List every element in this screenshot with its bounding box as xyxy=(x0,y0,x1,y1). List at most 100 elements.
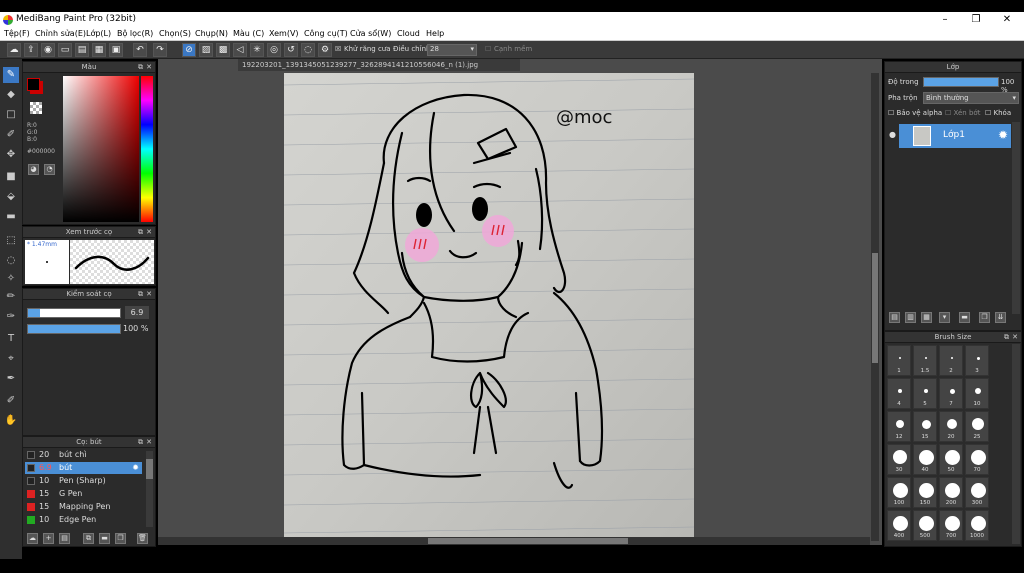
lock-checkbox[interactable]: ☐ Khóa xyxy=(985,109,1011,117)
snap-ellipse-icon[interactable]: ◌ xyxy=(301,43,315,57)
brush-size-cell[interactable]: 15 xyxy=(913,411,937,442)
snap-circle-icon[interactable]: ◎ xyxy=(267,43,281,57)
detach-icon[interactable]: ⧉ xyxy=(138,227,143,238)
undo-icon[interactable]: ↶ xyxy=(133,43,147,57)
layer-menu-icon[interactable]: ▾ xyxy=(939,312,950,323)
brush-size-cell[interactable]: 1 xyxy=(887,345,911,376)
scroll-thumb[interactable] xyxy=(428,538,628,544)
minimize-button[interactable]: – xyxy=(930,12,960,28)
foreground-color-swatch[interactable] xyxy=(27,78,40,91)
speech-bubble-icon[interactable]: ◉ xyxy=(41,43,55,57)
eye-icon[interactable]: ● xyxy=(889,130,896,139)
brush-size-cell[interactable]: 1.5 xyxy=(913,345,937,376)
brush-item[interactable]: 10 Edge Pen xyxy=(25,514,142,526)
canvas-area[interactable]: 192203201_1391345051239277_3262894141210… xyxy=(158,59,882,545)
comment-icon[interactable]: ▭ xyxy=(58,43,72,57)
close-icon[interactable]: ✕ xyxy=(146,62,152,73)
fill-rect-tool-icon[interactable]: ■ xyxy=(3,169,19,185)
folder-icon[interactable]: ▬ xyxy=(99,533,110,544)
brush-item[interactable]: 10 Pen (Sharp) xyxy=(25,475,142,487)
snap-off-icon[interactable]: ⊘ xyxy=(182,43,196,57)
menu-filter[interactable]: Bộ lọc(R) xyxy=(117,29,153,38)
layer-folder-icon[interactable]: ▬ xyxy=(959,312,970,323)
menu-edit[interactable]: Chỉnh sửa(E) xyxy=(35,29,86,38)
new-halftone-layer-icon[interactable]: ▥ xyxy=(905,312,916,323)
operation-tool-icon[interactable]: ⌖ xyxy=(3,351,19,367)
brush-size-cell[interactable]: 700 xyxy=(939,510,963,541)
snap-parallel-icon[interactable]: ▨ xyxy=(199,43,213,57)
brush-opacity-slider[interactable] xyxy=(27,324,121,334)
menu-layer[interactable]: Lớp(L) xyxy=(86,29,111,38)
brush-size-cell[interactable]: 40 xyxy=(913,444,937,475)
menu-file[interactable]: Tệp(F) xyxy=(4,29,30,38)
brush-size-cell[interactable]: 25 xyxy=(965,411,989,442)
gradient-tool-icon[interactable]: ▬ xyxy=(3,209,19,225)
brush-size-cell[interactable]: 400 xyxy=(887,510,911,541)
protect-alpha-checkbox[interactable]: ☐ Bảo vệ alpha xyxy=(888,109,942,117)
lasso-tool-icon[interactable]: ◌ xyxy=(3,253,19,269)
trash-icon[interactable]: 🗑 xyxy=(137,533,148,544)
snap-grid-icon[interactable]: ▩ xyxy=(216,43,230,57)
horizontal-scrollbar[interactable] xyxy=(158,537,870,545)
snap-radial-icon[interactable]: ✳ xyxy=(250,43,264,57)
canvas-page[interactable]: @moc xyxy=(283,73,695,537)
menu-view[interactable]: Xem(V) xyxy=(269,29,299,38)
transparent-color-swatch[interactable] xyxy=(30,102,42,114)
bucket-tool-icon[interactable]: ⬙ xyxy=(3,189,19,205)
brush-size-cell[interactable]: 50 xyxy=(939,444,963,475)
detach-icon[interactable]: ⧉ xyxy=(138,437,143,448)
brush-size-cell[interactable]: 10 xyxy=(965,378,989,409)
scroll-thumb[interactable] xyxy=(146,459,153,479)
brush-size-cell[interactable]: 12 xyxy=(887,411,911,442)
detach-icon[interactable]: ⧉ xyxy=(138,289,143,300)
close-icon[interactable]: ✕ xyxy=(146,289,152,300)
maximize-button[interactable]: ❐ xyxy=(961,12,991,28)
antialias-checkbox-icon[interactable]: ☒ xyxy=(335,45,341,53)
palette-icon[interactable]: ◕ xyxy=(28,164,39,175)
brush-size-cell[interactable]: 3 xyxy=(965,345,989,376)
eyedropper-tool-icon[interactable]: ✐ xyxy=(3,393,19,409)
menu-tools[interactable]: Công cụ(T) xyxy=(304,29,348,38)
select-pen-tool-icon[interactable]: ✏ xyxy=(3,289,19,305)
brush-size-cell[interactable]: 2 xyxy=(939,345,963,376)
add-brush-icon[interactable]: + xyxy=(43,533,54,544)
layer-scrollbar[interactable] xyxy=(1012,122,1020,314)
brush-item[interactable]: 15 G Pen xyxy=(25,488,142,500)
correction-select[interactable]: 28 ▾ xyxy=(427,44,477,56)
menu-cloud[interactable]: Cloud xyxy=(397,29,420,38)
close-button[interactable]: ✕ xyxy=(992,12,1022,28)
move-tool-icon[interactable]: ✥ xyxy=(3,147,19,163)
brush-size-cell[interactable]: 500 xyxy=(913,510,937,541)
menu-select[interactable]: Chọn(S) xyxy=(159,29,191,38)
close-icon[interactable]: ✕ xyxy=(146,227,152,238)
brush-item[interactable]: 20 bút chì xyxy=(25,449,142,461)
brush-settings-gear-icon[interactable]: ✹ xyxy=(132,462,139,474)
detach-icon[interactable]: ⧉ xyxy=(138,62,143,73)
text-tool-icon[interactable]: T xyxy=(3,331,19,347)
dot-tool-icon[interactable]: □ xyxy=(3,107,19,123)
brush-size-scrollbar[interactable] xyxy=(1012,344,1020,544)
brush-size-cell[interactable]: 20 xyxy=(939,411,963,442)
brush-size-cell[interactable]: 100 xyxy=(887,477,911,508)
upload-icon[interactable]: ⇪ xyxy=(24,43,38,57)
vertical-scrollbar[interactable] xyxy=(871,73,879,541)
duplicate-layer-icon[interactable]: ❐ xyxy=(979,312,990,323)
brush-size-slider[interactable] xyxy=(27,308,121,318)
brush-size-cell[interactable]: 150 xyxy=(913,477,937,508)
divide-tool-icon[interactable]: ✒ xyxy=(3,371,19,387)
new-layer-icon[interactable]: ▤ xyxy=(889,312,900,323)
copy-brush-icon[interactable]: ⧉ xyxy=(83,533,94,544)
color-history-icon[interactable]: ◔ xyxy=(44,164,55,175)
blur-tool-icon[interactable]: ✐ xyxy=(3,127,19,143)
eraser-tool-icon[interactable]: ◆ xyxy=(3,87,19,103)
settings-gear-icon[interactable]: ⚙ xyxy=(318,43,332,57)
layer-icon[interactable]: ▦ xyxy=(92,43,106,57)
clip-checkbox[interactable]: ☐ Xén bớt xyxy=(945,109,980,117)
cloud-brush-icon[interactable]: ☁ xyxy=(27,533,38,544)
layer-settings-gear-icon[interactable]: ✹ xyxy=(998,128,1008,142)
brush-item-selected[interactable]: 6.9 bút ✹ xyxy=(25,462,142,474)
hue-slider[interactable] xyxy=(141,76,153,222)
close-icon[interactable]: ✕ xyxy=(1012,332,1018,343)
page-icon[interactable]: ▤ xyxy=(75,43,89,57)
merge-layer-icon[interactable]: ⇊ xyxy=(995,312,1006,323)
